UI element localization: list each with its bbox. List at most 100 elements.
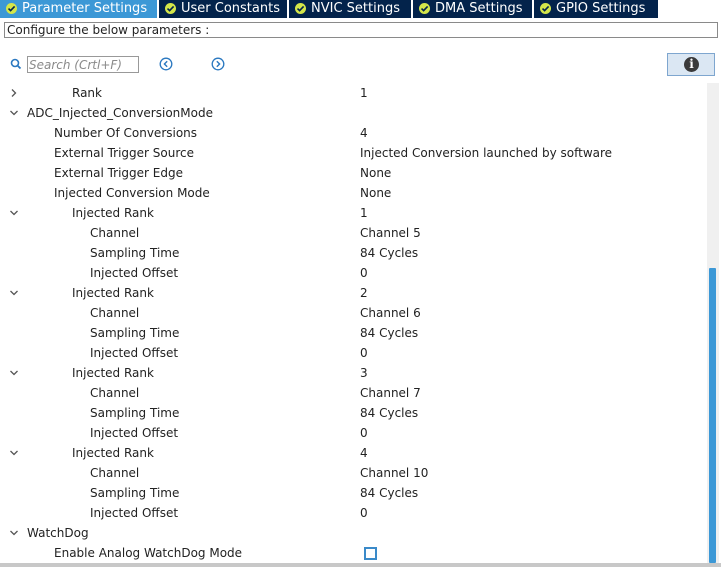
info-icon: i	[684, 57, 699, 72]
tree-group-row[interactable]: WatchDog	[0, 523, 707, 543]
tree-param-row[interactable]: Enable Analog WatchDog Mode	[0, 543, 707, 563]
param-value[interactable]: 2	[360, 283, 368, 303]
circle-arrow-left-icon[interactable]	[159, 57, 173, 71]
tree-param-row[interactable]: Injected Offset 0	[0, 423, 707, 443]
tree-group-row[interactable]: Injected Rank 4	[0, 443, 707, 463]
tree-param-row[interactable]: Sampling Time 84 Cycles	[0, 403, 707, 423]
enable-watchdog-checkbox[interactable]	[364, 547, 377, 560]
param-name: External Trigger Edge	[54, 166, 183, 180]
param-name: Injected Rank	[72, 446, 154, 460]
param-value[interactable]: 0	[360, 263, 368, 283]
tree-param-row[interactable]: Injected Offset 0	[0, 503, 707, 523]
chevron-down-icon[interactable]	[9, 288, 19, 298]
parameter-tree: Rank 1 ADC_Injected_ConversionMode Number O…	[0, 83, 707, 563]
chevron-down-icon[interactable]	[9, 368, 19, 378]
param-name: WatchDog	[27, 526, 89, 540]
param-value[interactable]: 84 Cycles	[360, 403, 418, 423]
param-name: Injected Offset	[90, 426, 179, 440]
tab-label: Parameter Settings	[22, 1, 148, 16]
param-value[interactable]: Channel 5	[360, 223, 421, 243]
tree-param-row[interactable]: External Trigger Edge None	[0, 163, 707, 183]
vertical-scrollbar[interactable]	[707, 83, 719, 563]
param-name: Channel	[90, 226, 140, 240]
chevron-down-icon[interactable]	[9, 208, 19, 218]
param-value[interactable]: 0	[360, 343, 368, 363]
param-name: Injected Conversion Mode	[54, 186, 210, 200]
param-name: Sampling Time	[90, 246, 180, 260]
tree-param-row[interactable]: Sampling Time 84 Cycles	[0, 483, 707, 503]
check-circle-icon	[295, 3, 306, 14]
tab-dma-settings[interactable]: DMA Settings	[413, 0, 532, 18]
search-input[interactable]	[29, 57, 135, 72]
param-value[interactable]: 84 Cycles	[360, 243, 418, 263]
param-name: Injected Rank	[72, 366, 154, 380]
param-value[interactable]: 1	[360, 203, 368, 223]
param-value[interactable]: Channel 6	[360, 303, 421, 323]
info-button[interactable]: i	[667, 53, 715, 76]
param-name: Channel	[90, 306, 140, 320]
tab-label: DMA Settings	[435, 1, 523, 16]
param-value[interactable]: 84 Cycles	[360, 323, 418, 343]
param-name: Injected Rank	[72, 206, 154, 220]
chevron-down-icon[interactable]	[9, 108, 19, 118]
tab-label: User Constants	[181, 1, 280, 16]
check-circle-icon	[540, 3, 551, 14]
param-value[interactable]: 0	[360, 423, 368, 443]
circle-arrow-right-icon[interactable]	[211, 57, 225, 71]
param-value[interactable]: None	[360, 183, 391, 203]
tree-group-row[interactable]: Rank 1	[0, 83, 707, 103]
param-value[interactable]: Injected Conversion launched by software	[360, 143, 612, 163]
param-name: Injected Offset	[90, 346, 179, 360]
check-circle-icon	[165, 3, 176, 14]
param-value[interactable]: Channel 7	[360, 383, 421, 403]
tree-param-row[interactable]: Sampling Time 84 Cycles	[0, 323, 707, 343]
param-value[interactable]: None	[360, 163, 391, 183]
tree-param-row[interactable]: Injected Offset 0	[0, 263, 707, 283]
tree-param-row[interactable]: Number Of Conversions 4	[0, 123, 707, 143]
tree-param-row[interactable]: Injected Conversion Mode None	[0, 183, 707, 203]
bottom-border	[0, 563, 721, 567]
search-box[interactable]	[27, 56, 139, 73]
param-name: Channel	[90, 466, 140, 480]
search-icon	[10, 58, 22, 70]
scrollbar-thumb[interactable]	[709, 268, 716, 563]
tree-param-row[interactable]: External Trigger Source Injected Conversi…	[0, 143, 707, 163]
tree-group-row[interactable]: Injected Rank 3	[0, 363, 707, 383]
param-value[interactable]: 4	[360, 443, 368, 463]
tree-group-row[interactable]: ADC_Injected_ConversionMode	[0, 103, 707, 123]
tab-nvic-settings[interactable]: NVIC Settings	[289, 0, 411, 18]
chevron-down-icon[interactable]	[9, 528, 19, 538]
tree-param-row[interactable]: Channel Channel 7	[0, 383, 707, 403]
param-name: Injected Rank	[72, 286, 154, 300]
param-name: Enable Analog WatchDog Mode	[54, 546, 243, 560]
param-value[interactable]: Channel 10	[360, 463, 428, 483]
param-value[interactable]: 84 Cycles	[360, 483, 418, 503]
tree-param-row[interactable]: Channel Channel 6	[0, 303, 707, 323]
tree-param-row[interactable]: Channel Channel 5	[0, 223, 707, 243]
tree-group-row[interactable]: Injected Rank 1	[0, 203, 707, 223]
chevron-right-icon[interactable]	[9, 88, 19, 98]
param-name: Rank	[72, 86, 102, 100]
tab-parameter-settings[interactable]: Parameter Settings	[0, 0, 157, 18]
tree-param-row[interactable]: Sampling Time 84 Cycles	[0, 243, 707, 263]
tree-param-row[interactable]: Channel Channel 10	[0, 463, 707, 483]
param-name: Injected Offset	[90, 266, 179, 280]
tab-bar: Parameter Settings User Constants NVIC S…	[0, 0, 721, 18]
param-name: Injected Offset	[90, 506, 179, 520]
tree-group-row[interactable]: Injected Rank 2	[0, 283, 707, 303]
tree-param-row[interactable]: Injected Offset 0	[0, 343, 707, 363]
param-value[interactable]: 1	[360, 83, 368, 103]
param-name: Sampling Time	[90, 406, 180, 420]
param-value[interactable]: 3	[360, 363, 368, 383]
tab-label: GPIO Settings	[556, 1, 646, 16]
check-circle-icon	[419, 3, 430, 14]
tab-user-constants[interactable]: User Constants	[159, 0, 287, 18]
param-name: Number Of Conversions	[54, 126, 198, 140]
tab-gpio-settings[interactable]: GPIO Settings	[534, 0, 658, 18]
chevron-down-icon[interactable]	[9, 448, 19, 458]
param-value[interactable]: 0	[360, 503, 368, 523]
param-name: External Trigger Source	[54, 146, 195, 160]
param-name: Channel	[90, 386, 140, 400]
check-circle-icon	[6, 3, 17, 14]
param-value[interactable]: 4	[360, 123, 368, 143]
